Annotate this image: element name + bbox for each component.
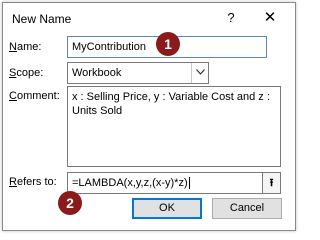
- text-cursor: [188, 177, 190, 190]
- dialog-title: New Name: [12, 12, 72, 26]
- annotation-badge-2: 2: [58, 191, 82, 215]
- name-label: Name:: [9, 41, 42, 53]
- annotation-badge-1: 1: [156, 32, 180, 56]
- cancel-button[interactable]: Cancel: [212, 198, 282, 219]
- comment-textarea[interactable]: x : Selling Price, y : Variable Cost and…: [67, 86, 281, 167]
- help-button[interactable]: ?: [221, 8, 241, 28]
- ok-button[interactable]: OK: [132, 198, 202, 219]
- comment-label: Comment:: [9, 90, 60, 102]
- scope-select[interactable]: Workbook: [67, 62, 209, 84]
- chevron-down-icon[interactable]: [191, 63, 209, 83]
- close-button[interactable]: ✕: [258, 7, 282, 29]
- refers-to-input[interactable]: =LAMBDA(x,y,z,(x-y)*z): [67, 172, 263, 194]
- collapse-dialog-icon[interactable]: ⭱: [262, 172, 281, 194]
- scope-label: Scope:: [9, 67, 44, 79]
- refers-to-label: Refers to:: [9, 176, 57, 188]
